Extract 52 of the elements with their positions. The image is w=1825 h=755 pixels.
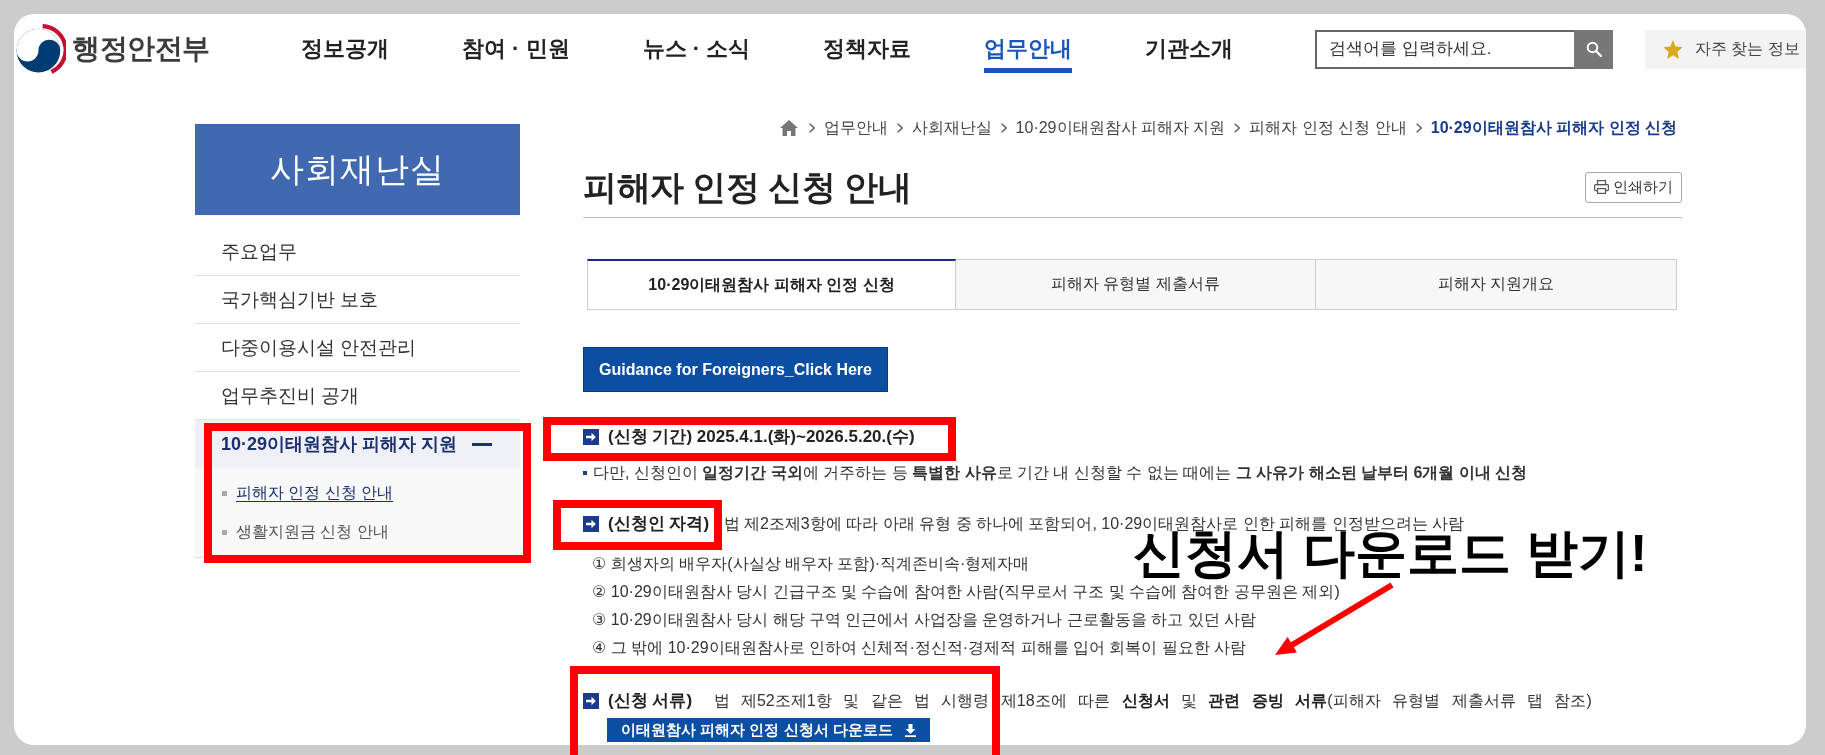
page-title: 피해자 인정 신청 안내 (583, 167, 912, 207)
home-icon[interactable] (779, 120, 798, 136)
note-text: 다만, 신청인이 일정기간 국외에 거주하는 등 특별한 사유로 기간 내 신청할 수 없는 때에는 그 사유가 해소된 날부터 6개월 이내 신청 (593, 463, 1528, 483)
star-icon (1663, 39, 1683, 59)
breadcrumb-link[interactable]: 10·29이태원참사 피해자 지원 (1015, 117, 1226, 139)
tab[interactable]: 피해자 지원개요 (1316, 259, 1677, 310)
tab[interactable]: 10·29이태원참사 피해자 인정 신청 (587, 259, 956, 310)
print-button[interactable]: 인쇄하기 (1585, 171, 1682, 203)
sidebar-title: 사회재난실 (195, 124, 520, 215)
sidebar-item[interactable]: 다중이용시설 안전관리 (195, 324, 520, 372)
breadcrumb-link[interactable]: 사회재난실 (911, 117, 992, 139)
list-item: ④ 그 밖에 10·29이태원참사로 인하여 신체적·정신적·경제적 피해를 입어 회복이 필요한 사람 (592, 638, 1247, 658)
guidance-button[interactable]: Guidance for Foreigners_Click Here (583, 347, 888, 392)
chevron-icon (1234, 123, 1241, 133)
list-item: ③ 10·29이태원참사 당시 해당 구역 인근에서 사업장을 운영하거나 근로활동을 하고 있던 사람 (592, 610, 1257, 630)
section-heading: (신청 서류) 법 제52조제1항 및 같은 법 시행령 제18조에 따른 신청서 및 관련 증빙 서류(피해자 유형별 제출서류 탭 참조) (608, 690, 1592, 712)
breadcrumb-link[interactable]: 피해자 인정 신청 안내 (1249, 117, 1407, 139)
nav-item[interactable]: 정책자료 (823, 25, 912, 73)
nav-item[interactable]: 기관소개 (1145, 25, 1234, 73)
sidebar-subitem[interactable]: 피해자 인정 신청 안내 (195, 474, 394, 513)
download-button[interactable]: 이태원참사 피해자 인정 신청서 다운로드 (607, 718, 930, 742)
arrow-box-icon (583, 516, 599, 532)
search-icon (1585, 41, 1602, 57)
bullet-icon (583, 471, 587, 475)
minus-icon (472, 442, 492, 446)
favorites-button[interactable]: 자주 찾는 정보 (1645, 29, 1806, 69)
nav-item[interactable]: 참여 · 민원 (462, 25, 570, 73)
breadcrumb-link[interactable]: 10·29이태원참사 피해자 인정 신청 (1430, 117, 1677, 139)
bullet-icon (222, 491, 227, 496)
chevron-icon (896, 123, 903, 133)
arrow-box-icon (583, 429, 599, 445)
printer-icon (1594, 180, 1609, 194)
search-button[interactable] (1574, 29, 1613, 69)
logo-text[interactable]: 행정안전부 (72, 30, 210, 68)
nav-item[interactable]: 업무안내 (984, 25, 1073, 73)
sidebar-subitem[interactable]: 생활지원금 신청 안내 (195, 513, 389, 552)
list-item: ① 희생자의 배우자(사실상 배우자 포함)·직계존비속·형제자매 (592, 554, 1030, 574)
chevron-icon (1000, 123, 1007, 133)
search-field[interactable]: 검색어를 입력하세요. (1315, 29, 1574, 69)
arrow-box-icon (583, 693, 599, 709)
sidebar-item[interactable]: 주요업무 (195, 228, 520, 276)
chevron-icon (808, 123, 815, 133)
nav-item[interactable]: 뉴스 · 소식 (642, 25, 751, 73)
section-heading: (신청 기간) 2025.4.1.(화)~2026.5.20.(수) (608, 426, 915, 448)
chevron-icon (1415, 123, 1422, 133)
bullet-icon (222, 530, 227, 535)
download-icon (904, 723, 916, 737)
sidebar-item[interactable]: 국가핵심기반 보호 (195, 276, 520, 324)
nav-item[interactable]: 정보공개 (301, 25, 389, 73)
breadcrumb-link[interactable]: 업무안내 (823, 117, 888, 139)
list-item: ② 10·29이태원참사 당시 긴급구조 및 수습에 참여한 사람(직무로서 구조 및 수습에 참여한 공무원은 제외) (592, 582, 1340, 602)
tab[interactable]: 피해자 유형별 제출서류 (956, 259, 1316, 310)
